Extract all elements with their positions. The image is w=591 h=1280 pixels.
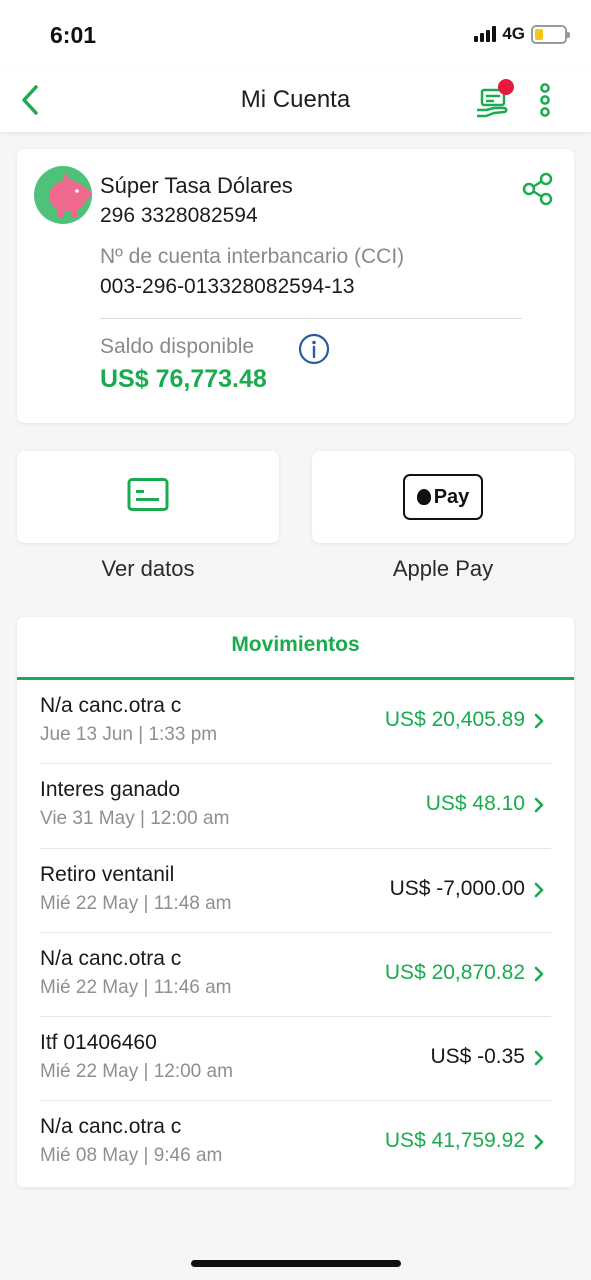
- status-bar: 6:01 4G: [0, 0, 591, 70]
- account-number: 296 3328082594: [100, 204, 258, 227]
- movement-date: Jue 13 Jun | 1:33 pm: [40, 724, 218, 745]
- movement-amount: US$ -0.35: [430, 1045, 525, 1069]
- movement-amount: US$ 20,405.89: [384, 708, 525, 731]
- chevron-right-icon: [534, 1135, 544, 1150]
- info-button[interactable]: [297, 332, 331, 366]
- view-details-button[interactable]: [17, 451, 279, 543]
- movement-amount: US$ 41,759.92: [384, 1129, 525, 1153]
- account-name: Súper Tasa Dólares: [100, 173, 293, 198]
- movement-title: N/a canc.otra c: [40, 694, 182, 717]
- notification-badge: [498, 79, 514, 95]
- movement-title: Itf 01406460: [40, 1031, 157, 1055]
- movement-date: Mié 22 May | 11:48 am: [40, 892, 232, 914]
- movement-row[interactable]: Retiro ventanil Mié 22 May | 11:48 am US…: [40, 849, 551, 933]
- movement-row[interactable]: Interes ganado Vie 31 May | 12:00 am US$…: [40, 764, 551, 849]
- apple-pay-label: Apple Pay: [392, 556, 494, 581]
- battery-icon: [531, 24, 570, 44]
- vertical-dots-icon: [540, 83, 550, 117]
- movement-amount: US$ 48.10: [425, 792, 525, 816]
- balance-value: US$ 76,773.48: [100, 365, 267, 393]
- movement-row[interactable]: Itf 01406460 Mié 22 May | 12:00 am US$ -…: [40, 1017, 551, 1102]
- status-indicators: 4G: [474, 24, 570, 44]
- movement-title: Interes ganado: [40, 778, 181, 802]
- tab-movements-label: Movimientos: [231, 633, 360, 656]
- account-card: Súper Tasa Dólares 296 3328082594 Nº de …: [17, 149, 574, 423]
- chevron-right-icon: [534, 797, 544, 813]
- piggy-bank-icon: [49, 172, 91, 218]
- share-button[interactable]: [521, 171, 555, 207]
- signal-icon: [474, 26, 497, 42]
- chevron-right-icon: [534, 966, 544, 982]
- account-avatar: [34, 166, 92, 224]
- status-time: 6:01: [50, 22, 97, 48]
- movement-row[interactable]: N/a canc.otra c Mié 08 May | 9:46 am US$…: [40, 1101, 551, 1185]
- movement-amount: US$ 20,870.82: [384, 960, 525, 984]
- movements-list: N/a canc.otra c Jue 13 Jun | 1:33 pm US$…: [17, 680, 574, 1186]
- movement-date: Vie 31 May | 12:00 am: [40, 808, 230, 830]
- nav-bar: Mi Cuenta: [0, 70, 591, 132]
- movement-title: Retiro ventanil: [40, 862, 175, 886]
- movement-title: N/a canc.otra c: [40, 1115, 182, 1139]
- apple-pay-badge-text: Pay: [433, 485, 470, 508]
- chevron-right-icon: [534, 882, 544, 897]
- movement-row[interactable]: N/a canc.otra c Jue 13 Jun | 1:33 pm US$…: [40, 680, 551, 765]
- card-details-icon: [127, 478, 169, 517]
- home-indicator[interactable]: [191, 1260, 401, 1267]
- share-icon: [522, 172, 553, 206]
- movement-amount: US$ -7,000.00: [389, 876, 525, 900]
- chevron-right-icon: [534, 713, 544, 729]
- apple-logo-icon: [416, 489, 431, 505]
- cci-label: Nº de cuenta interbancario (CCI): [100, 245, 405, 268]
- movement-date: Mié 22 May | 12:00 am: [40, 1061, 233, 1083]
- movements-panel: Movimientos N/a canc.otra c Jue 13 Jun |…: [17, 617, 574, 1187]
- apple-pay-icon: Pay: [403, 474, 483, 520]
- view-details-label: Ver datos: [101, 556, 195, 581]
- movement-date: Mié 22 May | 11:46 am: [40, 976, 232, 998]
- movement-date: Mié 08 May | 9:46 am: [40, 1145, 223, 1167]
- network-type: 4G: [502, 24, 525, 43]
- chevron-right-icon: [534, 1050, 544, 1066]
- movement-row[interactable]: N/a canc.otra c Mié 22 May | 11:46 am US…: [40, 933, 551, 1018]
- movement-title: N/a canc.otra c: [40, 946, 182, 970]
- apple-pay-button[interactable]: Pay: [312, 451, 574, 543]
- divider: [100, 318, 522, 319]
- more-options-button[interactable]: [532, 82, 558, 118]
- balance-label: Saldo disponible: [100, 335, 255, 358]
- tab-movements[interactable]: Movimientos: [17, 617, 574, 680]
- info-icon: [298, 333, 330, 365]
- cci-value: 003-296-013328082594-13: [100, 275, 355, 298]
